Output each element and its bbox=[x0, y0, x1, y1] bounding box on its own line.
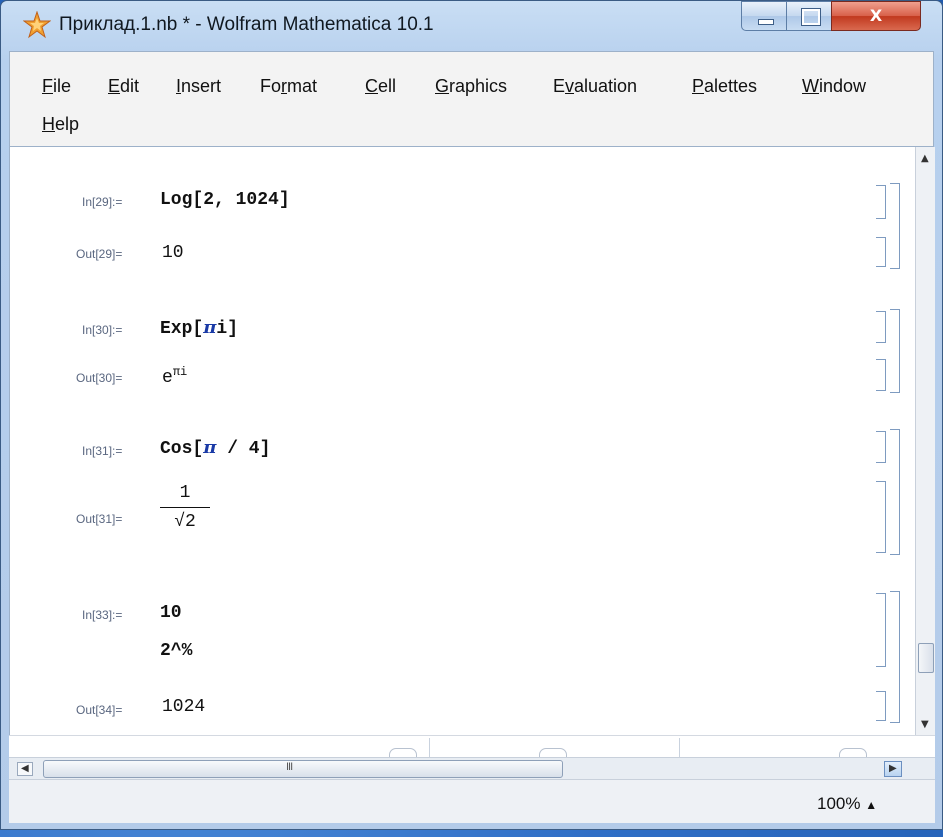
input-cell-code[interactable]: Log[2, 1024] bbox=[160, 190, 290, 210]
minimize-button[interactable] bbox=[741, 1, 787, 31]
scroll-right-icon: ▶ bbox=[889, 763, 897, 774]
in-label: In[29]:= bbox=[82, 195, 123, 209]
menu-help[interactable]: Help bbox=[42, 114, 79, 135]
divider bbox=[679, 738, 680, 758]
group-bracket[interactable] bbox=[890, 591, 900, 723]
menu-format[interactable]: Format bbox=[260, 76, 317, 97]
scroll-left-button[interactable]: ◀ bbox=[17, 762, 33, 776]
menu-row-2: Help bbox=[10, 114, 933, 148]
partially-hidden-cell-row bbox=[9, 735, 935, 758]
menu-cell[interactable]: Cell bbox=[365, 76, 396, 97]
out-label: Out[30]= bbox=[76, 371, 123, 385]
output-fraction: 1 √2 bbox=[160, 483, 210, 532]
menu-row-1: File Edit Insert Format Cell Graphics Ev… bbox=[10, 76, 933, 110]
input-cell-code[interactable]: Exp[πi] bbox=[160, 317, 238, 339]
notebook-area[interactable]: In[29]:= Log[2, 1024] Out[29]= 10 In[30]… bbox=[9, 147, 916, 735]
cell-bracket[interactable] bbox=[876, 359, 886, 391]
output-cell-value: eπi bbox=[162, 365, 188, 388]
menu-window[interactable]: Window bbox=[802, 76, 866, 97]
cell-bracket[interactable] bbox=[876, 311, 886, 343]
vertical-scroll-thumb[interactable] bbox=[918, 643, 934, 673]
horizontal-scrollbar[interactable]: ◀ III ▶ bbox=[9, 757, 935, 779]
scroll-down-icon[interactable]: ▼ bbox=[921, 719, 929, 730]
scroll-up-icon[interactable]: ▲ bbox=[921, 153, 929, 164]
cell-bracket[interactable] bbox=[876, 593, 886, 667]
menu-insert[interactable]: Insert bbox=[176, 76, 221, 97]
scroll-right-button[interactable]: ▶ bbox=[884, 761, 902, 777]
group-bracket[interactable] bbox=[890, 429, 900, 555]
out-label: Out[29]= bbox=[76, 247, 123, 261]
zoom-level: 100% bbox=[817, 794, 861, 813]
close-icon: X bbox=[869, 6, 883, 25]
fraction-numerator: 1 bbox=[179, 483, 191, 503]
maximize-button[interactable] bbox=[786, 1, 832, 31]
output-cell-value: 10 bbox=[162, 243, 184, 263]
divider bbox=[429, 738, 430, 758]
scroll-grip-icon: III bbox=[286, 761, 293, 773]
mathematica-logo-icon bbox=[23, 11, 51, 39]
fraction-bar bbox=[160, 507, 210, 508]
input-cell-code[interactable]: Cos[π / 4] bbox=[160, 437, 270, 459]
in-label: In[30]:= bbox=[82, 323, 123, 337]
cell-bracket[interactable] bbox=[876, 691, 886, 721]
mathematica-window: Приклад.1.nb * - Wolfram Mathematica 10.… bbox=[0, 0, 943, 830]
title-bar[interactable]: Приклад.1.nb * - Wolfram Mathematica 10.… bbox=[1, 1, 942, 49]
output-cell-value: 1024 bbox=[162, 697, 206, 717]
menu-evaluation[interactable]: Evaluation bbox=[553, 76, 637, 97]
input-cell-code[interactable]: 10 bbox=[160, 603, 182, 623]
group-bracket[interactable] bbox=[890, 309, 900, 393]
menu-palettes[interactable]: Palettes bbox=[692, 76, 757, 97]
vertical-scrollbar[interactable]: ▲ ▼ bbox=[915, 147, 935, 735]
out-label: Out[34]= bbox=[76, 703, 123, 717]
cell-bracket[interactable] bbox=[876, 481, 886, 553]
minimize-icon bbox=[758, 19, 774, 25]
close-button[interactable]: X bbox=[831, 1, 921, 31]
zoom-menu[interactable]: 100% ▲ bbox=[817, 794, 877, 814]
cell-bracket[interactable] bbox=[876, 185, 886, 219]
zoom-up-icon: ▲ bbox=[865, 798, 878, 812]
window-title: Приклад.1.nb * - Wolfram Mathematica 10.… bbox=[59, 14, 434, 35]
cell-bracket[interactable] bbox=[876, 237, 886, 267]
status-bar: 100% ▲ bbox=[9, 779, 935, 823]
fraction-denominator: √2 bbox=[174, 512, 196, 532]
input-cell-code[interactable]: 2^% bbox=[160, 641, 192, 661]
in-label: In[33]:= bbox=[82, 608, 123, 622]
horizontal-scroll-thumb[interactable]: III bbox=[43, 760, 563, 778]
cell-bracket[interactable] bbox=[876, 431, 886, 463]
menu-file[interactable]: File bbox=[42, 76, 71, 97]
maximize-icon bbox=[801, 8, 821, 26]
group-bracket[interactable] bbox=[890, 183, 900, 269]
out-label: Out[31]= bbox=[76, 512, 123, 526]
in-label: In[31]:= bbox=[82, 444, 123, 458]
menu-graphics[interactable]: Graphics bbox=[435, 76, 507, 97]
scroll-left-icon: ◀ bbox=[21, 763, 29, 774]
menu-bar: File Edit Insert Format Cell Graphics Ev… bbox=[9, 51, 934, 147]
menu-edit[interactable]: Edit bbox=[108, 76, 139, 97]
